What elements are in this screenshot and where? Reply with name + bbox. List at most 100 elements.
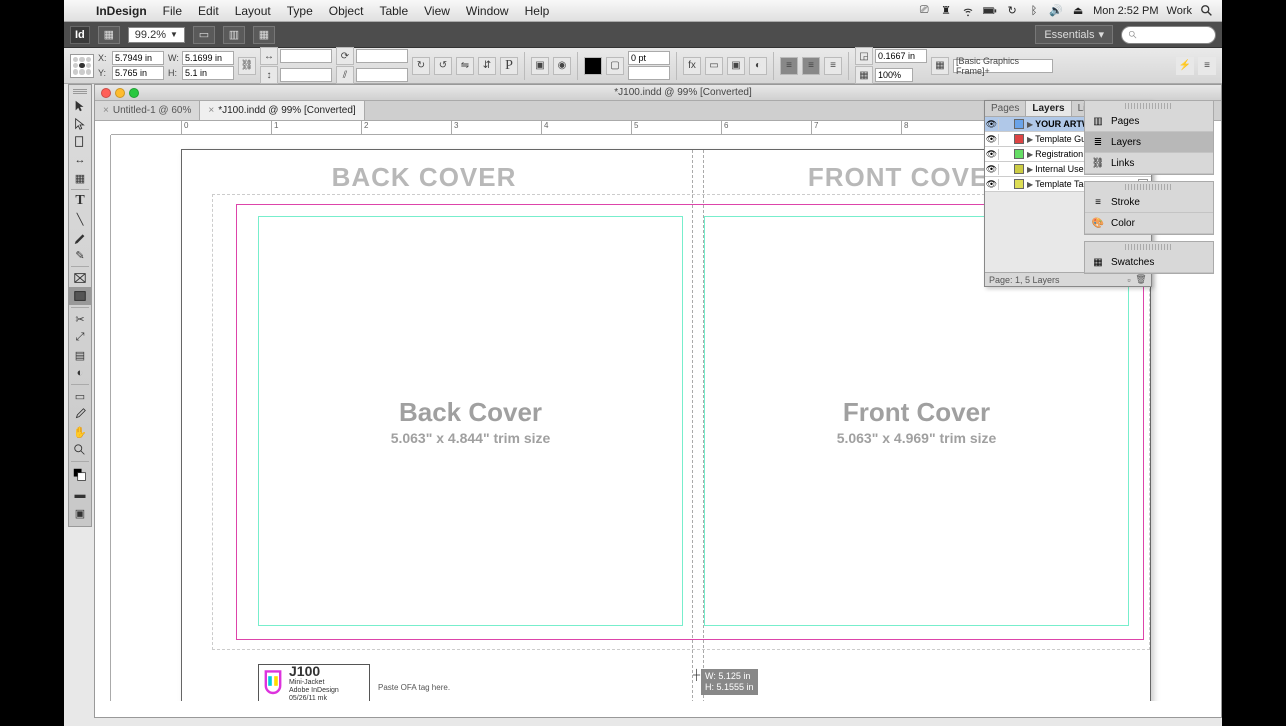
disclosure-icon[interactable]: ▶: [1027, 120, 1033, 129]
selection-tool[interactable]: [69, 97, 91, 115]
side-pages[interactable]: ▥Pages: [1085, 111, 1213, 132]
paragraph-icon[interactable]: P: [500, 57, 518, 75]
type-tool[interactable]: T: [69, 192, 91, 210]
scale-x-icon[interactable]: ↔: [260, 47, 278, 65]
w-input[interactable]: [182, 51, 234, 65]
minimize-window-icon[interactable]: [115, 88, 125, 98]
align-left-icon[interactable]: ≡: [780, 57, 798, 75]
pencil-tool[interactable]: ✎: [69, 246, 91, 264]
free-transform-tool[interactable]: ⤢: [69, 328, 91, 346]
spotlight-icon[interactable]: [1200, 4, 1214, 18]
close-window-icon[interactable]: [101, 88, 111, 98]
gradient-feather-tool[interactable]: ◐: [69, 364, 91, 382]
fill-swatch[interactable]: [584, 57, 602, 75]
disclosure-icon[interactable]: ▶: [1027, 135, 1033, 144]
side-layers[interactable]: ≣Layers: [1085, 132, 1213, 153]
bluetooth-icon[interactable]: ᛒ: [1027, 4, 1041, 18]
corner-icon[interactable]: ◲: [855, 47, 873, 65]
fill-stroke-swap[interactable]: [69, 464, 91, 486]
menu-view[interactable]: View: [416, 4, 458, 18]
rectangle-tool[interactable]: [69, 287, 91, 305]
rotate-cw-icon[interactable]: ↻: [412, 57, 430, 75]
rotate-ccw-icon[interactable]: ↺: [434, 57, 452, 75]
page-tool[interactable]: [69, 133, 91, 151]
align-center-icon[interactable]: ≡: [802, 57, 820, 75]
scale-y-input[interactable]: [280, 68, 332, 82]
shear-icon[interactable]: ⫽: [336, 66, 354, 84]
panel-tab-pages[interactable]: Pages: [985, 101, 1026, 116]
y-input[interactable]: [112, 66, 164, 80]
visibility-toggle-icon[interactable]: 👁: [985, 149, 999, 160]
panel-grip[interactable]: [1125, 244, 1173, 250]
bridge-icon[interactable]: ▦: [98, 26, 120, 44]
flip-h-icon[interactable]: ⇋: [456, 57, 474, 75]
workspace-switcher[interactable]: Essentials ▾: [1035, 25, 1113, 44]
menu-table[interactable]: Table: [371, 4, 416, 18]
panel-menu-icon[interactable]: ≡: [1198, 57, 1216, 75]
scale-y-icon[interactable]: ↕: [260, 66, 278, 84]
note-tool[interactable]: ▭: [69, 387, 91, 405]
eyedropper-tool[interactable]: [69, 405, 91, 423]
line-tool[interactable]: ╲: [69, 210, 91, 228]
document-tab[interactable]: ×Untitled-1 @ 60%: [95, 101, 200, 120]
menu-object[interactable]: Object: [321, 4, 372, 18]
visibility-toggle-icon[interactable]: 👁: [985, 179, 999, 190]
volume-icon[interactable]: 🔊: [1049, 4, 1063, 18]
vertical-ruler[interactable]: [95, 135, 111, 701]
view-opt-2[interactable]: ▥: [223, 26, 245, 44]
battery-icon[interactable]: [983, 4, 997, 18]
disclosure-icon[interactable]: ▶: [1027, 165, 1033, 174]
fit-icon[interactable]: ▦: [855, 66, 873, 84]
screen-mode[interactable]: ▣: [69, 504, 91, 522]
disclosure-icon[interactable]: ▶: [1027, 180, 1033, 189]
gap-tool[interactable]: ↔: [69, 151, 91, 169]
document-tab[interactable]: ×*J100.indd @ 99% [Converted]: [200, 101, 364, 120]
select-container-icon[interactable]: ▣: [531, 57, 549, 75]
rotate-input[interactable]: [356, 49, 408, 63]
search-input[interactable]: [1121, 26, 1216, 44]
toolbox-grip[interactable]: [73, 89, 87, 95]
view-opt-3[interactable]: ▦: [253, 26, 275, 44]
menu-window[interactable]: Window: [458, 4, 517, 18]
menu-layout[interactable]: Layout: [227, 4, 279, 18]
visibility-toggle-icon[interactable]: 👁: [985, 134, 999, 145]
sync-icon[interactable]: ↻: [1005, 4, 1019, 18]
visibility-toggle-icon[interactable]: 👁: [985, 164, 999, 175]
pen-tool[interactable]: [69, 228, 91, 246]
apply-color[interactable]: ▬: [69, 486, 91, 504]
close-tab-icon[interactable]: ×: [103, 105, 109, 116]
eject-icon[interactable]: ⏏: [1071, 4, 1085, 18]
stroke-swatch[interactable]: ▢: [606, 57, 624, 75]
side-swatches[interactable]: ▦Swatches: [1085, 252, 1213, 273]
user-menu[interactable]: Work: [1167, 5, 1192, 17]
hand-tool[interactable]: ✋: [69, 423, 91, 441]
content-collector-tool[interactable]: ▦: [69, 169, 91, 187]
view-opt-1[interactable]: ▭: [193, 26, 215, 44]
stroke-style-input[interactable]: [628, 66, 670, 80]
panel-grip[interactable]: [1125, 103, 1173, 109]
frame-opts-icon[interactable]: ▦: [931, 57, 949, 75]
app-name[interactable]: InDesign: [88, 4, 155, 18]
clock[interactable]: Mon 2:52 PM: [1093, 5, 1158, 17]
zoom-level[interactable]: 99.2% ▼: [128, 27, 185, 43]
back-cover-panel[interactable]: Back Cover 5.063" x 4.844" trim size: [258, 216, 683, 626]
menu-type[interactable]: Type: [279, 4, 321, 18]
effects-icon[interactable]: fx: [683, 57, 701, 75]
wrap-bound-icon[interactable]: ▣: [727, 57, 745, 75]
menu-help[interactable]: Help: [517, 4, 558, 18]
flip-v-icon[interactable]: ⇵: [478, 57, 496, 75]
object-style-dropdown[interactable]: [Basic Graphics Frame]+: [953, 59, 1053, 73]
h-input[interactable]: [182, 66, 234, 80]
wifi-icon[interactable]: [961, 4, 975, 18]
wrap-shape-icon[interactable]: ◐: [749, 57, 767, 75]
close-tab-icon[interactable]: ×: [208, 105, 214, 116]
reference-point[interactable]: [70, 54, 94, 78]
direct-selection-tool[interactable]: [69, 115, 91, 133]
zoom-window-icon[interactable]: [129, 88, 139, 98]
corner-input[interactable]: [875, 49, 927, 63]
rotate-icon[interactable]: ⟳: [336, 47, 354, 65]
panel-tab-layers[interactable]: Layers: [1026, 101, 1071, 116]
link-icon[interactable]: ⛓: [238, 57, 256, 75]
side-color[interactable]: 🎨Color: [1085, 213, 1213, 234]
shear-input[interactable]: [356, 68, 408, 82]
